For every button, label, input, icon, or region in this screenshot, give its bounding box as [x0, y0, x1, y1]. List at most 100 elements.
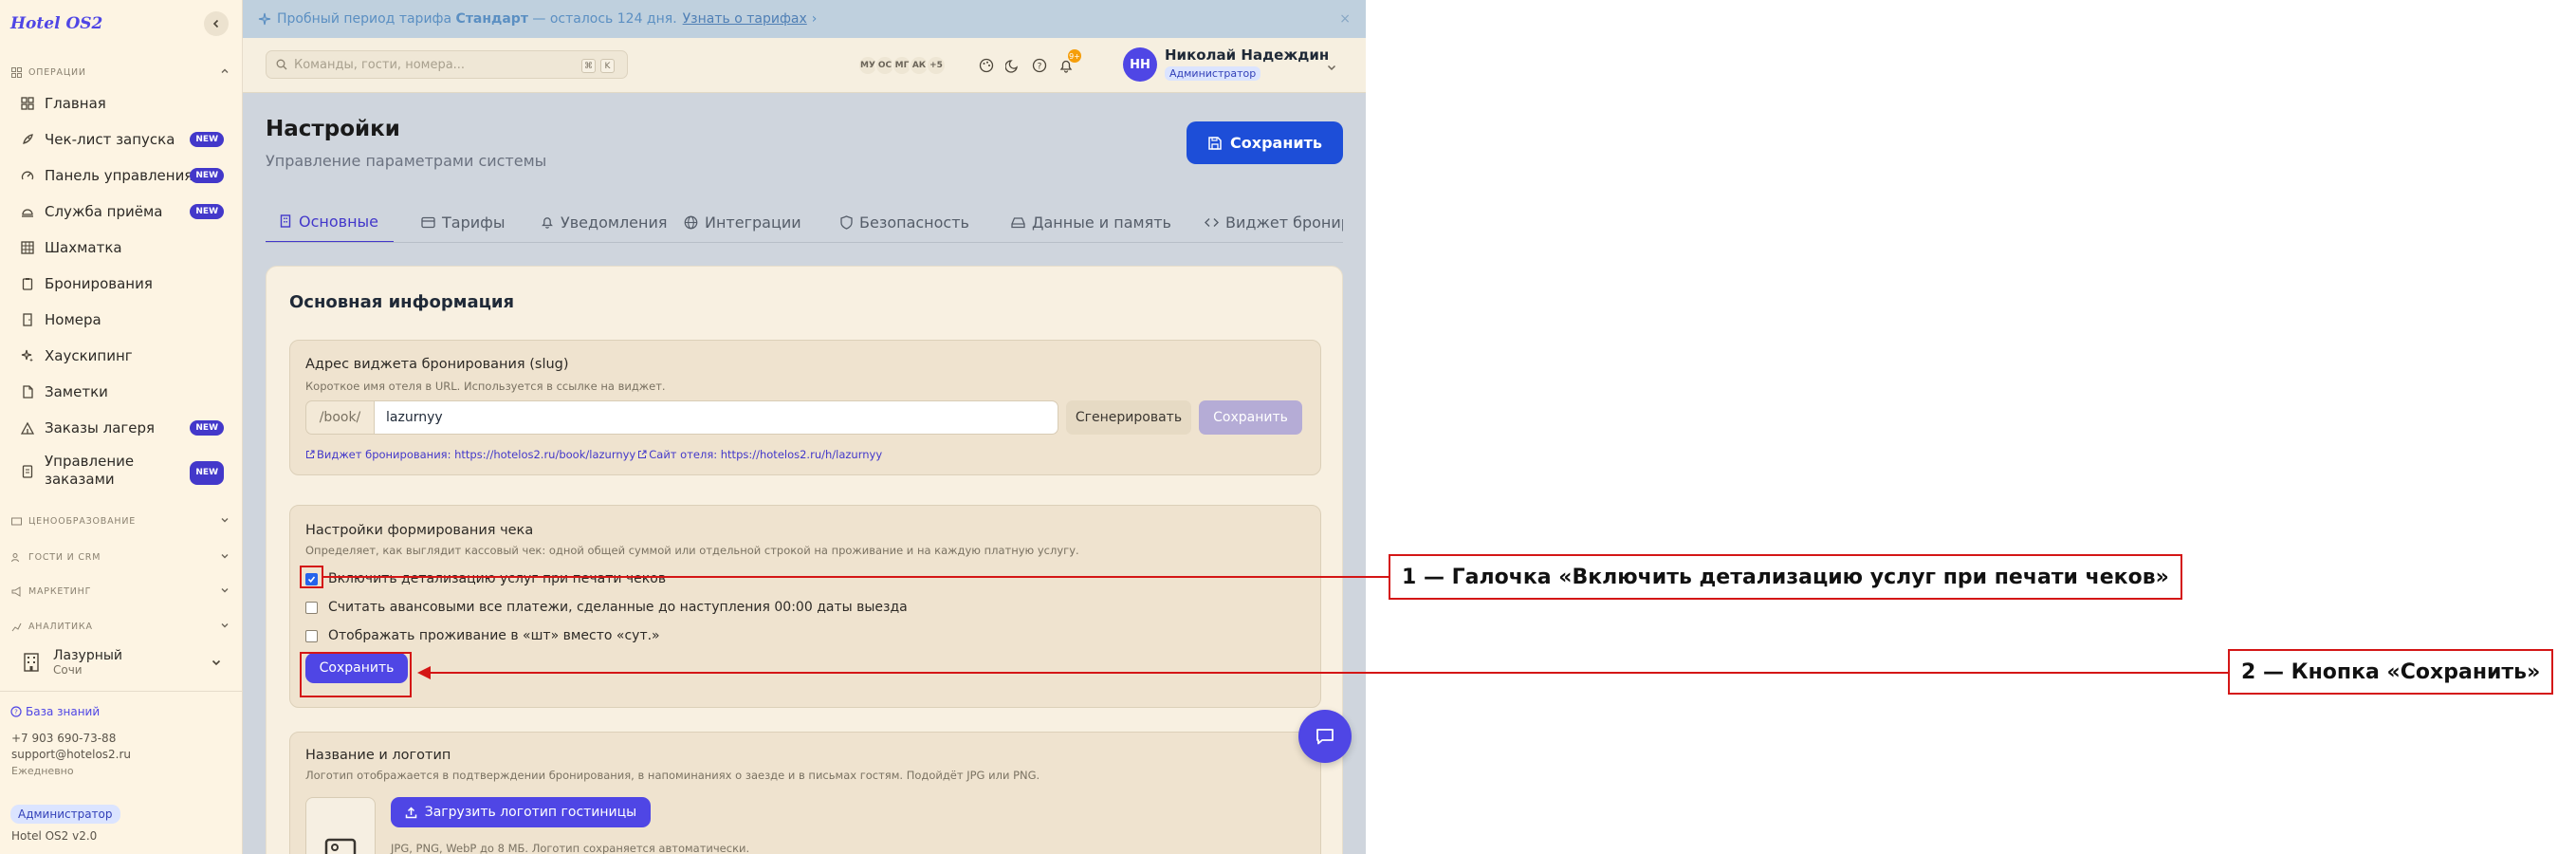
sidebar-item-camp-orders[interactable]: Заказы лагеря NEW: [0, 414, 233, 442]
annotation-2-highlight: [300, 652, 412, 697]
tab-security[interactable]: Безопасность: [840, 201, 969, 242]
theme-toggle-button[interactable]: [1000, 52, 1026, 79]
moon-icon: [1005, 60, 1018, 73]
tab-integrations[interactable]: Интеграции: [684, 201, 801, 242]
sidebar-item-bookings[interactable]: Бронирования: [0, 269, 233, 298]
trial-prefix: Пробный период тарифа: [277, 11, 456, 27]
new-badge: NEW: [190, 132, 224, 147]
external-link-icon: [305, 450, 315, 459]
gauge-icon: [20, 168, 35, 183]
slug-input[interactable]: [374, 400, 1058, 435]
tab-notifications[interactable]: Уведомления: [541, 201, 668, 242]
logo-description: Логотип отображается в подтверждении бро…: [305, 769, 1040, 782]
hotel-building-icon: [23, 653, 40, 672]
generate-slug-button[interactable]: Сгенерировать: [1066, 400, 1191, 435]
new-badge: NEW: [190, 461, 224, 485]
upload-logo-button[interactable]: Загрузить логотип гостиницы: [391, 797, 651, 827]
app-version: Hotel OS2 v2.0: [11, 829, 98, 843]
search-placeholder: Команды, гости, номера...: [294, 57, 466, 72]
support-email[interactable]: support@hotelos2.ru: [11, 748, 131, 761]
note-icon: [20, 384, 35, 399]
sidebar-item-rooms[interactable]: Номера: [0, 306, 233, 334]
hotel-switcher[interactable]: Лазурный Сочи: [9, 645, 230, 679]
tab-data-storage[interactable]: Данные и память: [1011, 201, 1171, 242]
advance-payments-option[interactable]: Считать авансовыми все платежи, сделанны…: [305, 599, 908, 616]
user-name[interactable]: Николай Надеждин: [1165, 46, 1329, 64]
building-icon: [279, 214, 292, 228]
sidebar-item-launch-checklist[interactable]: Чек-лист запуска NEW: [0, 125, 233, 154]
sidebar-item-home[interactable]: Главная: [0, 89, 233, 118]
section-operations-label: ОПЕРАЦИИ: [28, 66, 86, 78]
new-badge: NEW: [190, 168, 224, 183]
receipt-detail-option[interactable]: Включить детализацию услуг при печати че…: [305, 570, 666, 587]
save-icon: [1207, 136, 1223, 151]
tab-booking-widget[interactable]: Виджет бронирова: [1205, 201, 1343, 242]
save-settings-label: Сохранить: [1230, 134, 1322, 152]
chevron-down-icon[interactable]: [1326, 59, 1337, 77]
sidebar-item-label: Управление заказами: [45, 453, 135, 488]
user-avatar[interactable]: НН: [1123, 47, 1157, 82]
advance-payments-checkbox[interactable]: [305, 601, 318, 614]
sidebar-item-order-management[interactable]: Управление заказами NEW: [0, 448, 233, 492]
tab-plans[interactable]: Тарифы: [421, 201, 505, 242]
sidebar-item-label: Бронирования: [45, 275, 153, 292]
section-operations[interactable]: ОПЕРАЦИИ: [9, 64, 230, 81]
save-settings-button[interactable]: Сохранить: [1187, 121, 1343, 164]
role-badge: Администратор: [10, 805, 120, 824]
hotel-site-link[interactable]: Сайт отеля: https://hotelos2.ru/h/lazurn…: [649, 448, 882, 461]
plans-link-arrow: ›: [811, 11, 818, 27]
credit-card-icon: [421, 216, 435, 229]
units-checkbox[interactable]: [305, 629, 318, 642]
section-guests-crm[interactable]: ГОСТИ И CRM: [9, 548, 230, 566]
tab-label: Виджет бронирова: [1225, 213, 1343, 232]
chevron-up-icon: [220, 66, 230, 79]
knowledge-base-label: База знаний: [26, 705, 101, 718]
tab-general[interactable]: Основные: [266, 201, 395, 242]
tab-label: Основные: [299, 212, 379, 231]
banner-close-button[interactable]: ×: [1339, 11, 1351, 27]
sidebar-item-front-desk[interactable]: Служба приёма NEW: [0, 197, 233, 226]
section-pricing[interactable]: ЦЕНООБРАЗОВАНИЕ: [9, 512, 230, 529]
tab-label: Безопасность: [859, 213, 969, 232]
palette-button[interactable]: [973, 52, 1000, 79]
section-analytics[interactable]: АНАЛИТИКА: [9, 618, 230, 635]
save-slug-button[interactable]: Сохранить: [1199, 400, 1302, 435]
page-subtitle: Управление параметрами системы: [266, 152, 547, 170]
help-circle-icon: ?: [10, 706, 22, 717]
annotation-2-line: [429, 672, 2228, 674]
app-logo[interactable]: Hotel OS2: [10, 14, 102, 33]
code-icon: [1205, 216, 1219, 229]
knowledge-base-link[interactable]: ? База знаний: [10, 705, 100, 718]
slug-description: Короткое имя отеля в URL. Используется в…: [305, 380, 666, 393]
plans-link[interactable]: Узнать о тарифах: [683, 11, 807, 27]
receipt-title: Настройки формирования чека: [305, 523, 534, 538]
annotation-1-line: [323, 576, 1389, 578]
receipt-description: Определяет, как выглядит кассовый чек: о…: [305, 544, 1079, 557]
option-label: Считать авансовыми все платежи, сделанны…: [328, 600, 908, 615]
door-icon: [20, 312, 35, 327]
logo-placeholder[interactable]: [305, 797, 376, 854]
sidebar-item-chessboard[interactable]: Шахматка: [0, 233, 233, 262]
sidebar-item-label: Главная: [45, 95, 106, 112]
help-button[interactable]: ?: [1026, 52, 1053, 79]
section-marketing[interactable]: МАРКЕТИНГ: [9, 583, 230, 600]
chevron-down-icon: [220, 551, 230, 564]
widget-link[interactable]: Виджет бронирования: https://hotelos2.ru…: [317, 448, 635, 461]
chat-button[interactable]: [1298, 710, 1352, 763]
search-box[interactable]: Команды, гости, номера... ⌘ K: [266, 50, 628, 79]
upload-hint: JPG, PNG, WebP до 8 МБ. Логотип сохраняе…: [391, 842, 750, 854]
support-phone[interactable]: +7 903 690-73-88: [11, 732, 116, 745]
online-users[interactable]: МУ ОС МГ АК +5: [857, 55, 947, 76]
sidebar-item-notes[interactable]: Заметки: [0, 378, 233, 406]
help-circle-icon: ?: [1032, 58, 1047, 73]
sidebar-item-label: Заметки: [45, 383, 108, 400]
sparkles-icon: [20, 348, 35, 363]
notifications-button[interactable]: 9+: [1053, 49, 1081, 79]
units-option[interactable]: Отображать проживание в «шт» вместо «сут…: [305, 627, 660, 644]
sidebar-item-control-panel[interactable]: Панель управления NEW: [0, 161, 233, 190]
sidebar-item-label: Служба приёма: [45, 203, 163, 220]
slug-title: Адрес виджета бронирования (slug): [305, 357, 569, 372]
svg-text:?: ?: [1038, 63, 1042, 72]
sidebar-collapse-button[interactable]: [204, 11, 229, 36]
sidebar-item-housekeeping[interactable]: Хаускипинг: [0, 342, 233, 370]
